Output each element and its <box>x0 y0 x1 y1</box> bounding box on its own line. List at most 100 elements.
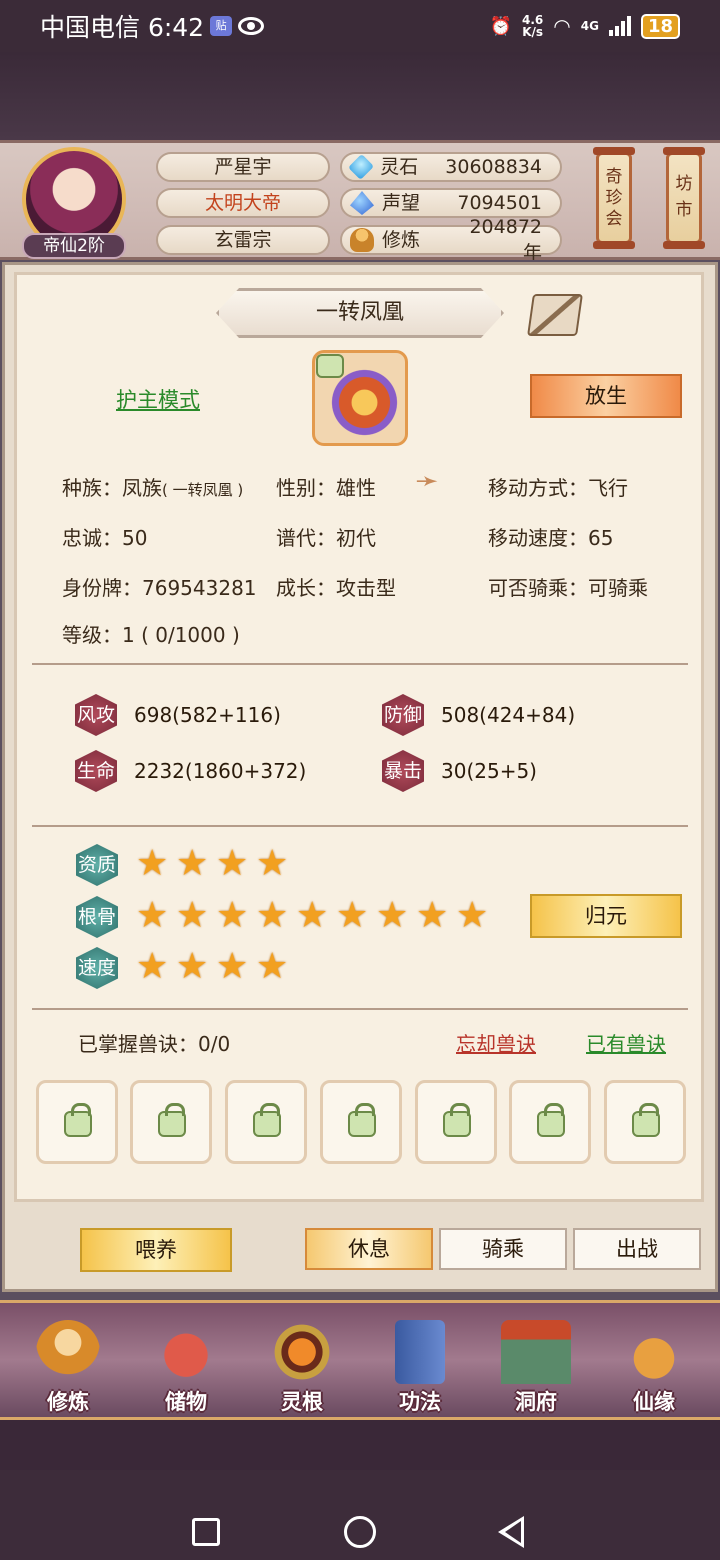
reset-button[interactable]: 归元 <box>530 894 682 938</box>
divider <box>32 1008 688 1010</box>
book-quill-icon[interactable] <box>527 294 583 336</box>
nav-cultivate[interactable]: 修炼 <box>18 1320 118 1416</box>
owned-skill-link[interactable]: 已有兽诀 <box>586 1028 666 1057</box>
status-bar: 中国电信 6:42 贴 ⏰ 4.6 K/s ◠ 4G 18 <box>0 0 720 52</box>
gender-label: 性别： <box>276 476 336 500</box>
speed-unit: K/s <box>522 25 544 39</box>
skill-slot[interactable] <box>509 1080 591 1164</box>
mastered-value: 0/0 <box>198 1032 231 1056</box>
prestige-icon <box>350 191 374 215</box>
growth-label: 成长： <box>276 576 336 600</box>
home-icon[interactable] <box>344 1516 376 1548</box>
hp-value: 2232(1860+372) <box>134 759 307 783</box>
loyalty-label: 忠诚： <box>62 526 122 550</box>
player-title: 太明大帝 <box>156 188 330 218</box>
alarm-icon: ⏰ <box>489 15 513 37</box>
lock-icon <box>158 1103 186 1137</box>
skill-slot[interactable] <box>415 1080 497 1164</box>
star-icon: ★ <box>136 843 169 884</box>
battle-button[interactable]: 出战 <box>573 1228 701 1270</box>
star-icon: ★ <box>136 895 169 936</box>
star-icon: ★ <box>256 946 289 987</box>
battery-icon: 18 <box>640 13 680 39</box>
spirit-stone-icon <box>348 153 375 181</box>
lock-icon <box>316 354 344 378</box>
divider <box>32 825 688 827</box>
move-value: 飞行 <box>588 476 628 500</box>
back-icon[interactable] <box>498 1516 524 1548</box>
recents-icon[interactable] <box>192 1518 220 1546</box>
lock-icon <box>443 1103 471 1137</box>
feed-button[interactable]: 喂养 <box>80 1228 232 1272</box>
avatar-wrap[interactable]: 帝仙2阶 <box>18 147 130 259</box>
nav-spirit-root[interactable]: 灵根 <box>252 1320 352 1416</box>
star-icon: ★ <box>456 895 489 936</box>
guard-mode-link[interactable]: 护主模式 <box>116 384 200 414</box>
nav-technique[interactable]: 功法 <box>370 1320 470 1416</box>
generation-row: 谱代：初代 <box>276 522 376 551</box>
player-name: 严星宇 <box>156 152 330 182</box>
star-icon: ★ <box>296 895 329 936</box>
monk-icon <box>36 1320 100 1384</box>
signal-icon <box>608 16 631 36</box>
loyalty-value: 50 <box>122 526 148 550</box>
treasure-fair-label: 奇珍会 <box>605 167 623 229</box>
rideable-label: 可否骑乘： <box>488 576 588 600</box>
market-lantern[interactable]: 坊市 <box>663 147 705 249</box>
carrier-time: 中国电信 6:42 <box>40 13 205 42</box>
treasure-fair-lantern[interactable]: 奇珍会 <box>593 147 635 249</box>
star-icon: ★ <box>416 895 449 936</box>
skill-slot[interactable] <box>604 1080 686 1164</box>
skill-slot[interactable] <box>320 1080 402 1164</box>
star-icon: ★ <box>216 843 249 884</box>
quality-stars: ★ ★ ★ ★ <box>136 846 292 882</box>
spirit-stone-label: 灵石 <box>380 156 419 178</box>
star-icon: ★ <box>216 895 249 936</box>
star-icon: ★ <box>376 895 409 936</box>
nav-cave[interactable]: 洞府 <box>486 1320 586 1416</box>
prestige-label: 声望 <box>382 192 421 214</box>
player-sect: 玄雷宗 <box>156 225 330 255</box>
forget-skill-link[interactable]: 忘却兽诀 <box>456 1028 536 1057</box>
skill-slot[interactable] <box>130 1080 212 1164</box>
top-decor-band <box>0 52 720 140</box>
gender-row: 性别：雄性 <box>276 472 376 501</box>
mastered-row: 已掌握兽诀：0/0 <box>78 1028 230 1057</box>
avatar-rank: 帝仙2阶 <box>22 233 126 259</box>
star-icon: ★ <box>336 895 369 936</box>
id-label: 身份牌： <box>62 576 142 600</box>
star-icon: ★ <box>176 946 209 987</box>
nav-fate[interactable]: 仙缘 <box>604 1320 704 1416</box>
race-value: 凤族 <box>122 476 162 500</box>
speed-row: 移动速度：65 <box>488 522 613 551</box>
skill-slot[interactable] <box>225 1080 307 1164</box>
loyalty-row: 忠诚：50 <box>62 522 147 551</box>
wifi-icon: ◠ <box>553 14 571 38</box>
network-type: 4G <box>580 19 599 33</box>
growth-value: 攻击型 <box>336 576 396 600</box>
star-icon: ★ <box>256 895 289 936</box>
ride-button[interactable]: 骑乘 <box>439 1228 567 1270</box>
cave-house-icon <box>501 1320 571 1384</box>
rest-button[interactable]: 休息 <box>305 1228 433 1270</box>
skill-slot[interactable] <box>36 1080 118 1164</box>
divider <box>32 663 688 665</box>
cultivation-label: 修炼 <box>382 229 421 251</box>
nav-label: 灵根 <box>281 1390 323 1414</box>
arrow-right-icon[interactable]: ➛ <box>412 466 442 496</box>
race-row: 种族：凤族( 一转凤凰 ) <box>62 472 243 501</box>
id-value: 769543281 <box>142 576 257 600</box>
release-button[interactable]: 放生 <box>530 374 682 418</box>
generation-label: 谱代： <box>276 526 336 550</box>
growth-row: 成长：攻击型 <box>276 572 396 601</box>
star-icon: ★ <box>176 895 209 936</box>
cultivation-value: 204872年 <box>469 216 542 264</box>
move-label: 移动方式： <box>488 476 588 500</box>
lock-icon <box>632 1103 660 1137</box>
nav-label: 储物 <box>165 1390 207 1414</box>
nav-storage[interactable]: 储物 <box>136 1320 236 1416</box>
nav-label: 洞府 <box>515 1390 557 1414</box>
spirit-stone-value: 30608834 <box>445 156 542 178</box>
race-sub: ( 一转凤凰 ) <box>162 481 244 499</box>
rideable-value: 可骑乘 <box>588 576 648 600</box>
